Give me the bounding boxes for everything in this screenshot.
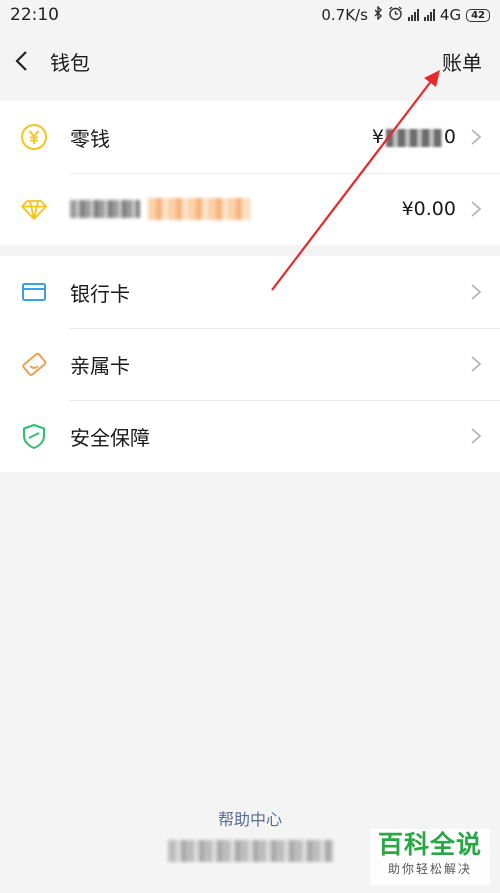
status-time: 22:10 xyxy=(10,5,59,25)
top-nav: 钱包 账单 xyxy=(0,30,500,92)
family-card-icon xyxy=(18,348,50,380)
help-center-link[interactable]: 帮助中心 xyxy=(0,806,500,830)
services-group: 银行卡 亲属卡 安全保障 xyxy=(0,256,500,472)
chevron-right-icon xyxy=(471,201,482,217)
chevron-right-icon xyxy=(471,129,482,145)
wallet-group: 零钱 ¥0 ¥0.00 xyxy=(0,101,500,245)
status-bar: 22:10 0.7K/s 4G 42 xyxy=(0,0,500,30)
watermark-title: 百科全说 xyxy=(377,830,482,859)
bank-card-icon xyxy=(18,276,50,308)
redacted-promo-tag xyxy=(148,198,250,220)
currency-symbol: ¥ xyxy=(371,126,384,148)
shield-icon xyxy=(18,420,50,452)
amount-suffix: 0 xyxy=(443,126,456,148)
network-speed: 0.7K/s xyxy=(321,6,368,24)
yuan-coin-icon xyxy=(18,121,50,153)
diamond-icon xyxy=(18,193,50,225)
signal-icon-2 xyxy=(423,9,435,21)
bank-card-label: 银行卡 xyxy=(70,281,130,306)
change-row[interactable]: 零钱 ¥0 xyxy=(0,101,500,173)
status-indicators: 0.7K/s 4G 42 xyxy=(321,5,490,25)
chevron-right-icon xyxy=(471,428,482,444)
bill-button[interactable]: 账单 xyxy=(442,47,482,76)
security-label: 安全保障 xyxy=(70,425,150,450)
watermark-subtitle: 助你轻松解决 xyxy=(387,862,472,876)
family-card-label: 亲属卡 xyxy=(70,353,130,378)
security-row[interactable]: 安全保障 xyxy=(0,400,500,472)
redacted-footer-text xyxy=(168,840,333,862)
licaitong-balance: ¥0.00 xyxy=(401,198,456,220)
watermark-logo: 百科全说 助你轻松解决 xyxy=(370,829,490,885)
page-title: 钱包 xyxy=(50,50,90,75)
chevron-right-icon xyxy=(471,284,482,300)
battery-icon: 42 xyxy=(466,8,490,22)
back-arrow-icon[interactable] xyxy=(14,50,36,72)
family-card-row[interactable]: 亲属卡 xyxy=(0,328,500,400)
bluetooth-icon xyxy=(373,5,383,24)
redacted-amount xyxy=(385,128,442,147)
redacted-product-name xyxy=(70,200,140,218)
network-type: 4G xyxy=(439,6,462,24)
bank-card-row[interactable]: 银行卡 xyxy=(0,256,500,328)
signal-icon xyxy=(407,9,419,21)
change-balance: ¥0 xyxy=(372,126,456,148)
change-label: 零钱 xyxy=(70,126,110,151)
chevron-right-icon xyxy=(471,356,482,372)
alarm-icon xyxy=(388,5,403,25)
licaitong-row[interactable]: ¥0.00 xyxy=(0,173,500,245)
